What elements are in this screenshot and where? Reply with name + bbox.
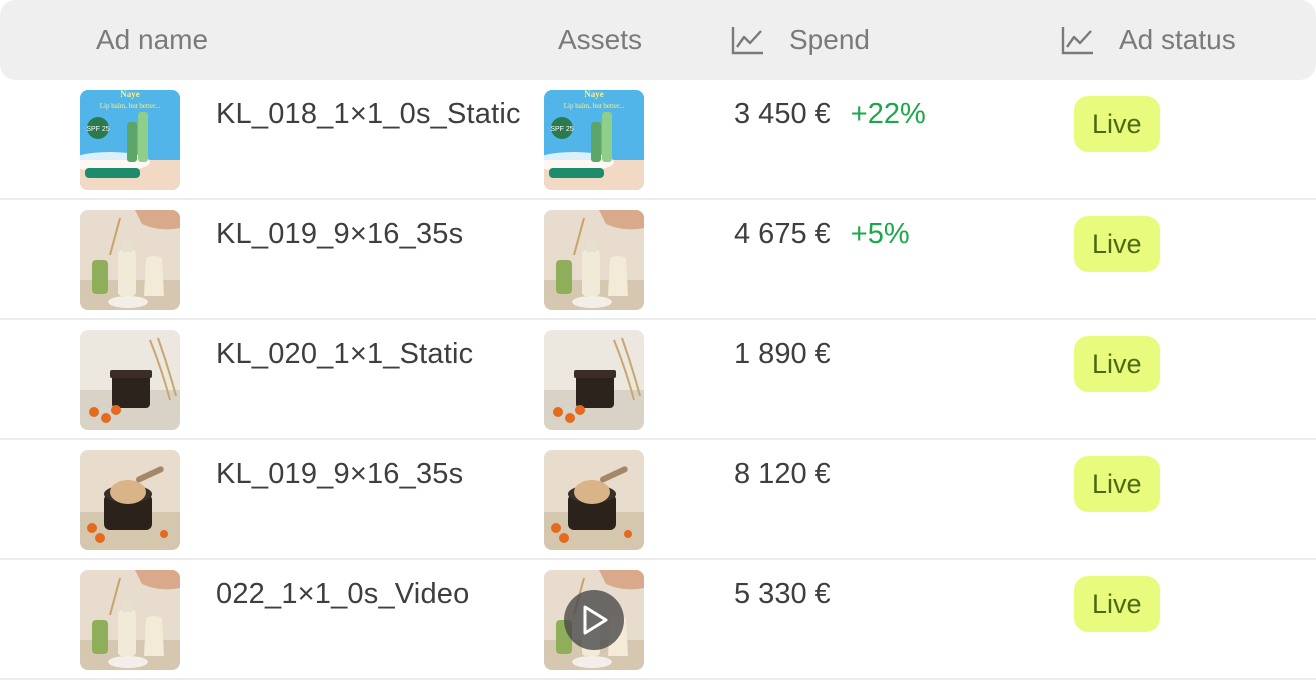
spend-amount: 3 450 € — [734, 98, 831, 130]
column-header-ad-name[interactable]: Ad name — [96, 0, 208, 80]
line-chart-icon — [1061, 25, 1095, 55]
table-row[interactable]: KL_019_9×16_35s 4 675 € +5% Live — [0, 200, 1316, 320]
status-badge[interactable]: Live — [1074, 96, 1160, 152]
spend-value: 4 675 € +5% — [734, 218, 910, 251]
column-header-spend-label: Spend — [789, 24, 870, 55]
thumb-subtitle-text: Lip balm, but better... — [100, 102, 161, 110]
table-row[interactable]: KL_020_1×1_Static 1 890 € Live — [0, 320, 1316, 440]
column-header-spend[interactable]: Spend — [731, 0, 870, 80]
ad-thumbnail[interactable] — [80, 210, 180, 310]
table-row[interactable]: 022_1×1_0s_Video 5 330 € Live — [0, 560, 1316, 680]
spend-amount: 1 890 € — [734, 338, 831, 370]
ad-thumbnail[interactable]: SPF 25 Naye Lip balm, but better... — [80, 90, 180, 190]
status-badge[interactable]: Live — [1074, 336, 1160, 392]
status-badge[interactable]: Live — [1074, 216, 1160, 272]
spend-value: 3 450 € +22% — [734, 98, 926, 131]
asset-thumbnail[interactable] — [544, 330, 644, 430]
play-icon[interactable] — [564, 590, 624, 650]
thumb-subtitle-text: Lip balm, but better... — [564, 102, 625, 110]
column-header-assets-label: Assets — [558, 24, 643, 55]
spend-amount: 4 675 € — [734, 218, 831, 250]
asset-thumbnail[interactable] — [544, 450, 644, 550]
table-row[interactable]: SPF 25 Naye Lip balm, but better... KL_0… — [0, 80, 1316, 200]
column-header-ad-status[interactable]: Ad status — [1061, 0, 1236, 80]
spend-change: +5% — [850, 218, 910, 250]
ad-thumbnail[interactable] — [80, 450, 180, 550]
table-header: Ad name Assets Spend Ad status — [0, 0, 1316, 80]
spf-badge-text: SPF 25 — [550, 126, 573, 133]
column-header-ad-status-label: Ad status — [1119, 24, 1236, 55]
thumb-title-text: Naye — [120, 90, 140, 99]
ad-name[interactable]: KL_018_1×1_0s_Static — [216, 98, 521, 131]
ad-name[interactable]: KL_019_9×16_35s — [216, 458, 463, 491]
thumb-title-text: Naye — [584, 90, 604, 99]
column-header-assets[interactable]: Assets — [558, 0, 642, 80]
asset-thumbnail[interactable] — [544, 570, 644, 670]
asset-thumbnail[interactable] — [544, 210, 644, 310]
table-row[interactable]: KL_019_9×16_35s 8 120 € Live — [0, 440, 1316, 560]
status-badge[interactable]: Live — [1074, 576, 1160, 632]
status-badge[interactable]: Live — [1074, 456, 1160, 512]
spf-badge-text: SPF 25 — [86, 126, 109, 133]
spend-value: 5 330 € — [734, 578, 851, 611]
spend-amount: 5 330 € — [734, 578, 831, 610]
asset-thumbnail[interactable]: SPF 25 Naye Lip balm, but better... — [544, 90, 644, 190]
ad-name[interactable]: KL_020_1×1_Static — [216, 338, 473, 371]
ad-thumbnail[interactable] — [80, 330, 180, 430]
spend-value: 1 890 € — [734, 338, 851, 371]
ad-name[interactable]: 022_1×1_0s_Video — [216, 578, 469, 611]
column-header-ad-name-label: Ad name — [96, 24, 209, 55]
spend-amount: 8 120 € — [734, 458, 831, 490]
spend-change: +22% — [850, 98, 926, 130]
ad-thumbnail[interactable] — [80, 570, 180, 670]
line-chart-icon — [731, 25, 765, 55]
spend-value: 8 120 € — [734, 458, 851, 491]
ad-name[interactable]: KL_019_9×16_35s — [216, 218, 463, 251]
